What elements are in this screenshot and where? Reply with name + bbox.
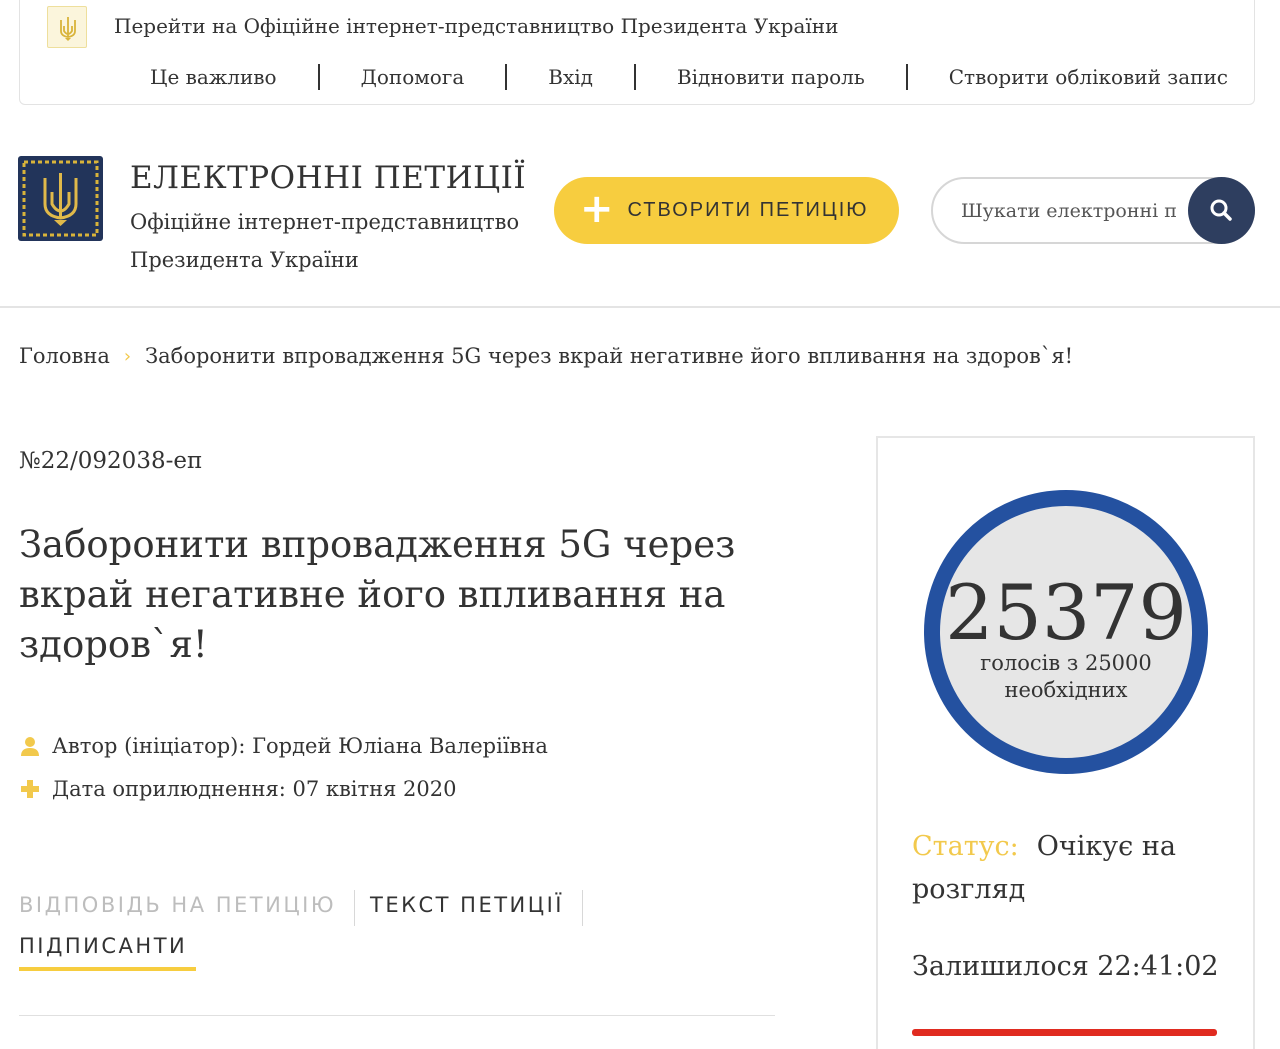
petition-title: Заборонити впровадження 5G через вкрай н… <box>19 523 736 666</box>
tab-text[interactable]: ТЕКСТ ПЕТИЦІЇ <box>370 893 564 917</box>
header-divider <box>0 306 1280 308</box>
top-bar: Перейти на Офіційне інтернет-представниц… <box>19 0 1255 105</box>
date-text: Дата оприлюднення: 07 квітня 2020 <box>52 777 457 801</box>
site-title: ЕЛЕКТРОННІ ПЕТИЦІЇ <box>130 160 527 196</box>
status-key: Статус: <box>912 831 1019 862</box>
nav-important[interactable]: Це важливо <box>150 65 277 89</box>
petition-status: Статус: Очікує на розгляд <box>912 825 1242 911</box>
nav-help[interactable]: Допомога <box>361 65 465 89</box>
search-button[interactable] <box>1188 177 1255 244</box>
chevron-right-icon: › <box>123 345 132 367</box>
progress-fill <box>912 1029 1217 1036</box>
breadcrumb-home[interactable]: Головна <box>19 344 110 368</box>
nav-login[interactable]: Вхід <box>548 65 593 89</box>
tab-signers[interactable]: ПІДПИСАНТИ <box>19 934 187 958</box>
trident-logo-icon <box>22 160 99 237</box>
site-logo[interactable] <box>18 156 103 241</box>
nav-register[interactable]: Створити обліковий запис <box>949 65 1228 89</box>
nav-divider <box>905 64 908 90</box>
search-input[interactable] <box>961 195 1176 227</box>
nav-divider <box>633 64 636 90</box>
petition-date: Дата оприлюднення: 07 квітня 2020 <box>19 777 457 801</box>
site-subtitle: Офіційне інтернет-представництво Президе… <box>130 210 520 272</box>
top-nav: Це важливо Допомога Вхід Відновити парол… <box>150 64 1228 90</box>
create-petition-button[interactable]: + СТВОРИТИ ПЕТИЦІЮ <box>554 177 899 244</box>
active-tab-underline <box>19 967 196 971</box>
user-icon <box>19 735 41 757</box>
tab-divider <box>354 890 355 926</box>
time-remaining: Залишилося 22:41:02 <box>912 951 1219 982</box>
author-text: Автор (ініціатор): Гордей Юліана Валерії… <box>52 734 548 758</box>
nav-divider <box>317 64 320 90</box>
progress-bar <box>912 1029 1217 1036</box>
petition-author: Автор (ініціатор): Гордей Юліана Валерії… <box>19 734 548 758</box>
nav-restore-password[interactable]: Відновити пароль <box>677 65 865 89</box>
breadcrumb: Головна › Заборонити впровадження 5G чер… <box>19 344 1073 368</box>
trident-small-icon[interactable] <box>47 6 87 48</box>
nav-divider <box>505 64 508 90</box>
official-site-link[interactable]: Перейти на Офіційне інтернет-представниц… <box>114 14 838 38</box>
create-petition-label: СТВОРИТИ ПЕТИЦІЮ <box>627 199 869 221</box>
tab-answer[interactable]: ВІДПОВІДЬ НА ПЕТИЦІЮ <box>19 893 336 917</box>
petition-number: №22/092038-еп <box>19 448 203 474</box>
plus-small-icon <box>19 778 41 800</box>
votes-count: 25379 <box>945 568 1187 657</box>
tab-divider <box>582 890 583 926</box>
plus-icon: + <box>580 186 614 232</box>
breadcrumb-current: Заборонити впровадження 5G через вкрай н… <box>145 344 1074 368</box>
votes-label: голосів з 25000 необхідних <box>980 651 1152 702</box>
search-icon <box>1210 199 1232 221</box>
content-divider <box>19 1015 775 1016</box>
